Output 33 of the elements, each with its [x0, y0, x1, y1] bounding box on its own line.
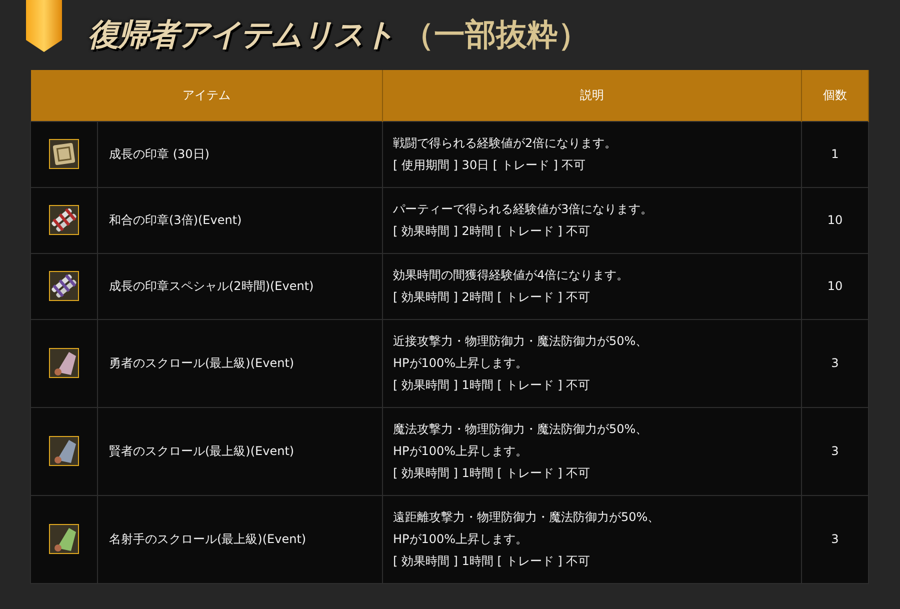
item-name: 名射手のスクロール(最上級)(Event)	[109, 532, 306, 546]
description-line: [ 効果時間 ] 2時間 [ トレード ] 不可	[393, 289, 590, 306]
item-name: 成長の印章 (30日)	[109, 147, 210, 161]
column-header: アイテム	[182, 88, 230, 102]
item-count: 1	[831, 147, 839, 161]
item-name: 成長の印章スペシャル(2時間)(Event)	[109, 279, 314, 293]
description-line: [ 効果時間 ] 2時間 [ トレード ] 不可	[393, 223, 590, 240]
column-header: 説明	[580, 88, 604, 102]
description-line: 効果時間の間獲得経験値が4倍になります。	[393, 267, 629, 284]
ribbon-icon	[26, 0, 62, 52]
description-line: 戦闘で得られる経験値が2倍になります。	[393, 135, 617, 152]
item-name: 賢者のスクロール(最上級)(Event)	[109, 444, 294, 458]
item-count: 10	[827, 279, 843, 293]
item-count: 3	[831, 444, 839, 458]
description-line: 遠距離攻撃力・物理防御力・魔法防御力が50%、	[393, 509, 660, 526]
item-count: 3	[831, 356, 839, 370]
column-header: 個数	[823, 88, 847, 102]
description-line: [ 効果時間 ] 1時間 [ トレード ] 不可	[393, 553, 590, 570]
description-line: HPが100%上昇します。	[393, 355, 528, 372]
description-line: 近接攻撃力・物理防御力・魔法防御力が50%、	[393, 333, 648, 350]
description-line: [ 効果時間 ] 1時間 [ トレード ] 不可	[393, 465, 590, 482]
item-count: 10	[827, 213, 843, 227]
item-count: 3	[831, 532, 839, 546]
description-line: 魔法攻撃力・物理防御力・魔法防御力が50%、	[393, 421, 648, 438]
description-line: HPが100%上昇します。	[393, 531, 528, 548]
item-name: 勇者のスクロール(最上級)(Event)	[109, 356, 294, 370]
description-line: [ 効果時間 ] 1時間 [ トレード ] 不可	[393, 377, 590, 394]
description-line: [ 使用期間 ] 30日 [ トレード ] 不可	[393, 157, 586, 174]
description-line: パーティーで得られる経験値が3倍になります。	[393, 201, 653, 218]
description-line: HPが100%上昇します。	[393, 443, 528, 460]
page-title: 復帰者アイテムリスト	[88, 16, 395, 55]
item-name: 和合の印章(3倍)(Event)	[109, 213, 242, 227]
page-subtitle: （一部抜粋）	[403, 16, 589, 55]
